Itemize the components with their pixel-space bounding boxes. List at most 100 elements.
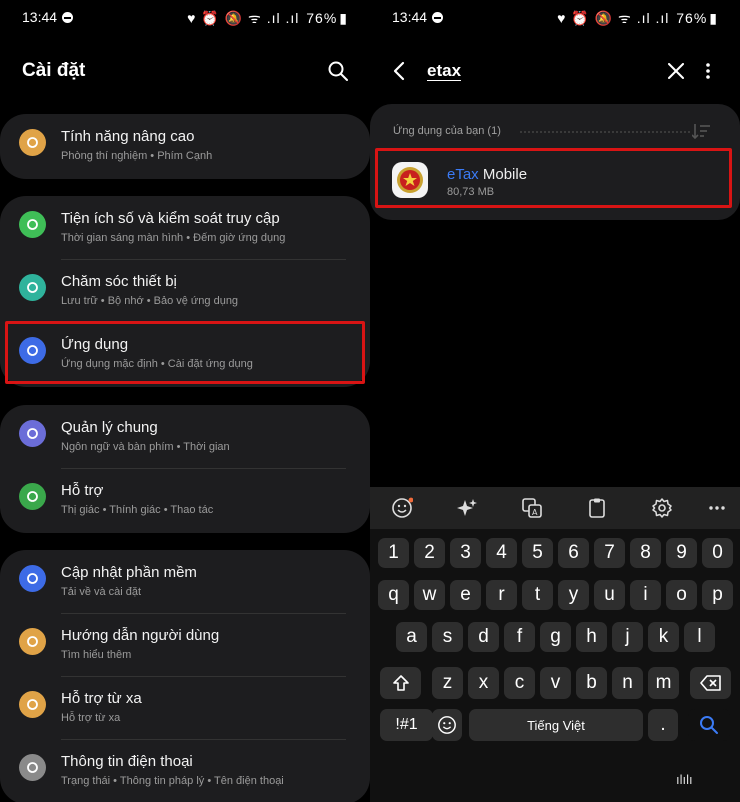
settings-item-title: Quản lý chung (61, 419, 158, 436)
back-icon[interactable] (392, 61, 406, 81)
key-4[interactable]: 4 (486, 538, 517, 568)
battery-level: 76% (306, 10, 338, 26)
lab-icon (19, 129, 46, 156)
settings-item-title: Hỗ trợ (61, 482, 104, 499)
settings-item-subtitle: Phòng thí nghiệm • Phím Cạnh (61, 150, 213, 162)
close-icon[interactable] (668, 63, 684, 79)
key-d[interactable]: d (468, 622, 499, 652)
app-search-screen: 13:44 ♥ ⏰ 🔕 ᯤ .ıl .ıl 76% ▮ etax Ứng dụng… (370, 0, 740, 802)
key-8[interactable]: 8 (630, 538, 661, 568)
shift-key[interactable] (380, 667, 421, 699)
key-c[interactable]: c (504, 667, 535, 699)
key-t[interactable]: t (522, 580, 553, 610)
settings-item[interactable]: Quản lý chung Ngôn ngữ và bàn phím • Thời… (0, 405, 370, 468)
key-j[interactable]: j (612, 622, 643, 652)
key-k[interactable]: k (648, 622, 679, 652)
key-b[interactable]: b (576, 667, 607, 699)
key-3[interactable]: 3 (450, 538, 481, 568)
emoji-icon[interactable] (389, 495, 415, 521)
device-care-icon (19, 274, 46, 301)
symbols-key[interactable]: !#1 (380, 709, 433, 741)
search-icon[interactable] (328, 61, 348, 81)
more-icon[interactable] (704, 495, 730, 521)
key-m[interactable]: m (648, 667, 679, 699)
clipboard-icon[interactable] (584, 495, 610, 521)
settings-item[interactable]: Chăm sóc thiết bị Lưu trữ • Bộ nhớ • Bảo … (0, 259, 370, 322)
settings-item-subtitle: Hỗ trợ từ xa (61, 712, 121, 724)
key-z[interactable]: z (432, 667, 463, 699)
settings-item-title: Thông tin điện thoại (61, 753, 193, 770)
search-input[interactable]: etax (427, 62, 462, 81)
gear-icon[interactable] (649, 495, 675, 521)
more-options-icon[interactable] (706, 63, 710, 79)
key-o[interactable]: o (666, 580, 697, 610)
backspace-icon (699, 675, 721, 691)
settings-item[interactable]: Hỗ trợ từ xa Hỗ trợ từ xa (0, 676, 370, 739)
settings-item[interactable]: Cập nhật phần mềm Tải về và cài đặt (0, 550, 370, 613)
key-n[interactable]: n (612, 667, 643, 699)
battery-icon: ▮ (709, 10, 718, 26)
settings-item[interactable]: Thông tin điện thoại Trạng thái • Thông t… (0, 739, 370, 802)
software-update-icon (19, 565, 46, 592)
key-a[interactable]: a (396, 622, 427, 652)
settings-group: Quản lý chung Ngôn ngữ và bàn phím • Thời… (0, 405, 370, 533)
key-i[interactable]: i (630, 580, 661, 610)
keyboard-keys: !#1 Tiếng Việt . 1234567890 qwertyuiop asd… (370, 529, 740, 802)
settings-screen: 13:44 ♥ ⏰ 🔕 ᯤ .ıl .ıl 76% ▮ Cài đặt Tính … (0, 0, 370, 802)
key-r[interactable]: r (486, 580, 517, 610)
settings-item-title: Hướng dẫn người dùng (61, 627, 220, 644)
divider (61, 613, 346, 614)
key-g[interactable]: g (540, 622, 571, 652)
key-w[interactable]: w (414, 580, 445, 610)
settings-item-subtitle: Trạng thái • Thông tin pháp lý • Tên điệ… (61, 775, 284, 787)
key-u[interactable]: u (594, 580, 625, 610)
settings-item-subtitle: Tải về và cài đặt (61, 586, 142, 598)
key-l[interactable]: l (684, 622, 715, 652)
key-p[interactable]: p (702, 580, 733, 610)
wellbeing-icon (19, 211, 46, 238)
settings-item-title: Chăm sóc thiết bị (61, 273, 177, 290)
status-bar: 13:44 ♥ ⏰ 🔕 ᯤ .ıl .ıl 76% ▮ (0, 0, 370, 34)
key-s[interactable]: s (432, 622, 463, 652)
settings-item[interactable]: Tiện ích số và kiểm soát truy cập Thời gi… (0, 196, 370, 259)
key-2[interactable]: 2 (414, 538, 445, 568)
key-e[interactable]: e (450, 580, 481, 610)
key-7[interactable]: 7 (594, 538, 625, 568)
key-9[interactable]: 9 (666, 538, 697, 568)
ai-sparkle-icon[interactable] (454, 495, 480, 521)
key-v[interactable]: v (540, 667, 571, 699)
user-manual-icon (19, 628, 46, 655)
settings-item-subtitle: Ngôn ngữ và bàn phím • Thời gian (61, 441, 230, 453)
emoji-key[interactable] (432, 709, 462, 741)
dnd-icon (432, 12, 444, 23)
translate-icon[interactable]: A (519, 495, 545, 521)
key-x[interactable]: x (468, 667, 499, 699)
key-h[interactable]: h (576, 622, 607, 652)
key-5[interactable]: 5 (522, 538, 553, 568)
status-bar: 13:44 ♥ ⏰ 🔕 ᯤ .ıl .ıl 76% ▮ (370, 0, 740, 34)
key-y[interactable]: y (558, 580, 589, 610)
search-key[interactable] (688, 709, 730, 741)
settings-item[interactable]: Hỗ trợ Thị giác • Thính giác • Thao tác (0, 468, 370, 531)
settings-item-subtitle: Lưu trữ • Bộ nhớ • Bảo vệ ứng dụng (61, 295, 239, 307)
battery-icon: ▮ (339, 10, 348, 26)
backspace-key[interactable] (690, 667, 731, 699)
status-right: ♥ ⏰ 🔕 ᯤ .ıl .ıl 76% ▮ (555, 9, 718, 28)
key-f[interactable]: f (504, 622, 535, 652)
key-6[interactable]: 6 (558, 538, 589, 568)
settings-item[interactable]: Tính năng nâng cao Phòng thí nghiệm • Phí… (0, 114, 370, 177)
highlight-etax (375, 148, 732, 208)
space-key[interactable]: Tiếng Việt (469, 709, 643, 741)
status-right: ♥ ⏰ 🔕 ᯤ .ıl .ıl 76% ▮ (185, 9, 348, 28)
sort-icon[interactable] (692, 123, 710, 139)
settings-item-subtitle: Thời gian sáng màn hình • Đếm giờ ứng dụ… (61, 232, 286, 244)
keyboard-toolbar: A (370, 487, 740, 529)
divider (520, 131, 690, 133)
key-q[interactable]: q (378, 580, 409, 610)
key-0[interactable]: 0 (702, 538, 733, 568)
settings-item[interactable]: Hướng dẫn người dùng Tìm hiểu thêm (0, 613, 370, 676)
divider (61, 468, 346, 469)
key-1[interactable]: 1 (378, 538, 409, 568)
settings-item-subtitle: Thị giác • Thính giác • Thao tác (61, 504, 214, 516)
period-key[interactable]: . (648, 709, 678, 741)
